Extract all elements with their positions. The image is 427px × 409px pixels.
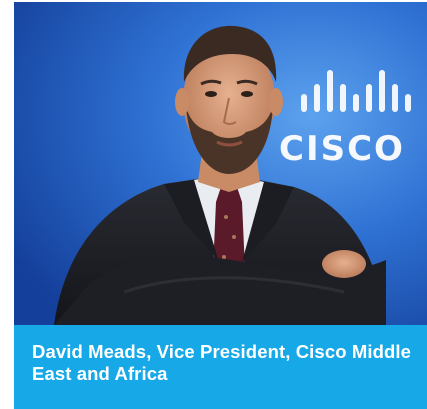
caption-text: David Meads, Vice President, Cisco Middl…: [32, 341, 412, 384]
photo-caption: David Meads, Vice President, Cisco Middl…: [14, 325, 427, 409]
cisco-wordmark: CISCO: [279, 129, 405, 169]
hand: [322, 250, 366, 278]
portrait-photo: CISCO: [14, 2, 427, 325]
image-card: CISCO David Meads, Vice President, Cisco…: [14, 2, 427, 409]
